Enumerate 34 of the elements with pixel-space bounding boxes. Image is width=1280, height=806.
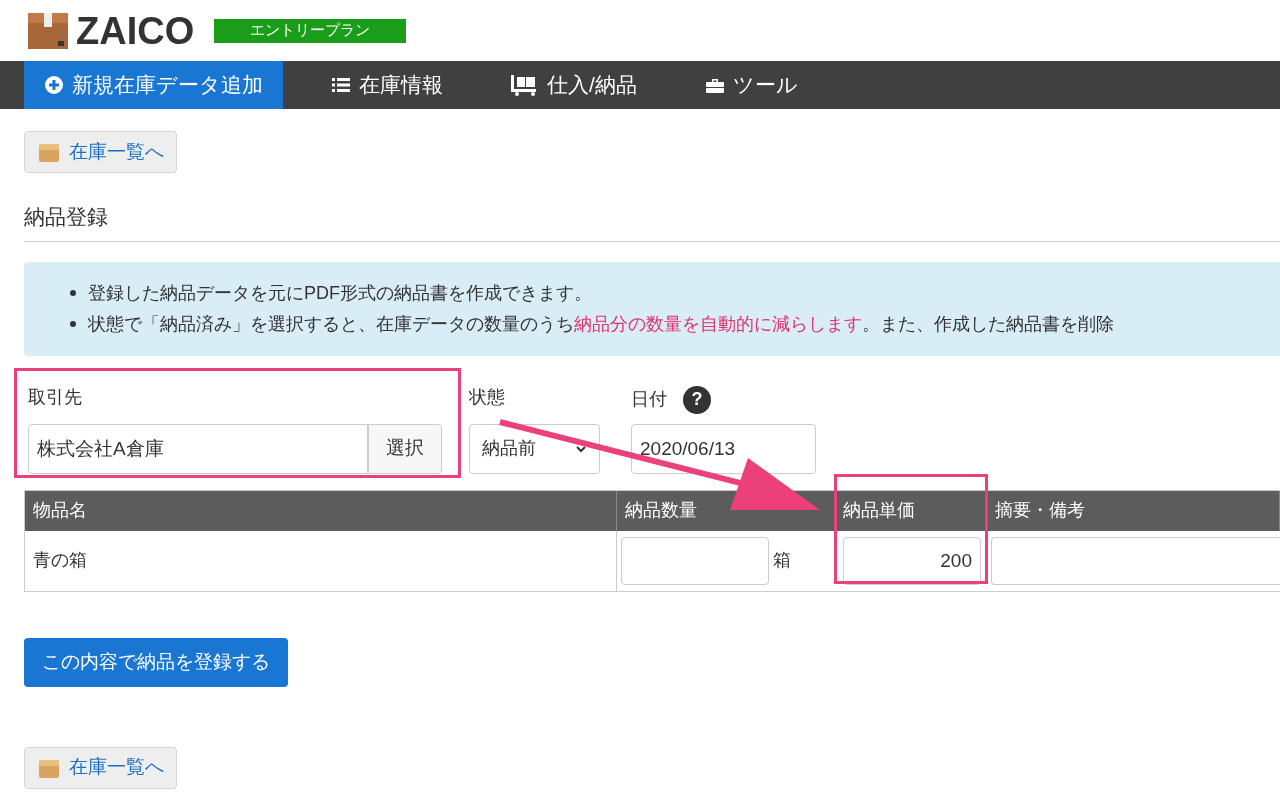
info-text: 状態で「納品済み」を選択すると、在庫データの数量のうち納品分の数量を自動的に減らします。また、作成した納品書を削除 — [88, 312, 1114, 336]
back-to-list-button[interactable]: 在庫一覧へ — [24, 746, 177, 789]
customer-input[interactable]: 株式会社A倉庫 — [28, 423, 368, 474]
section-title: 納品登録 — [24, 205, 108, 228]
submit-button[interactable]: この内容で納品を登録する — [24, 637, 288, 687]
field-label: 日付 — [631, 388, 667, 411]
column-header: 摘要・備考 — [987, 490, 1280, 531]
plus-circle-icon — [44, 75, 64, 95]
nav-tab[interactable]: 仕入/納品 — [491, 61, 657, 109]
field-label: 状態 — [469, 385, 506, 409]
quantity-input[interactable] — [621, 536, 769, 585]
plan-badge: エントリープラン — [214, 18, 407, 43]
back-to-list-button[interactable]: 在庫一覧へ — [24, 131, 177, 173]
status-select[interactable]: 納品前 — [469, 423, 600, 474]
list-icon — [331, 75, 351, 95]
help-icon[interactable]: ? — [683, 385, 711, 414]
field-label: 取引先 — [28, 385, 83, 409]
info-text: 登録した納品データを元にPDF形式の納品書を作成できます。 — [88, 281, 592, 305]
nav-tab[interactable]: 新規在庫データ追加 — [24, 61, 283, 109]
unit-label: 箱 — [773, 549, 791, 572]
cart-icon — [511, 73, 539, 97]
bullet-icon — [70, 321, 76, 327]
box-logo-icon — [28, 12, 68, 49]
date-input[interactable]: 2020/06/13 — [631, 423, 816, 474]
item-name: 青の箱 — [33, 549, 87, 572]
column-header: 納品単価 — [835, 490, 987, 531]
bullet-icon — [70, 290, 76, 296]
nav-tab[interactable]: 在庫情報 — [311, 61, 463, 109]
price-input[interactable]: 200 — [843, 536, 981, 585]
note-input[interactable] — [991, 536, 1280, 585]
logo-text: ZAICO — [76, 11, 195, 50]
select-button[interactable]: 選択 — [368, 423, 442, 474]
nav-tab[interactable]: ツール — [684, 61, 818, 109]
column-header: 物品名 — [25, 490, 617, 531]
